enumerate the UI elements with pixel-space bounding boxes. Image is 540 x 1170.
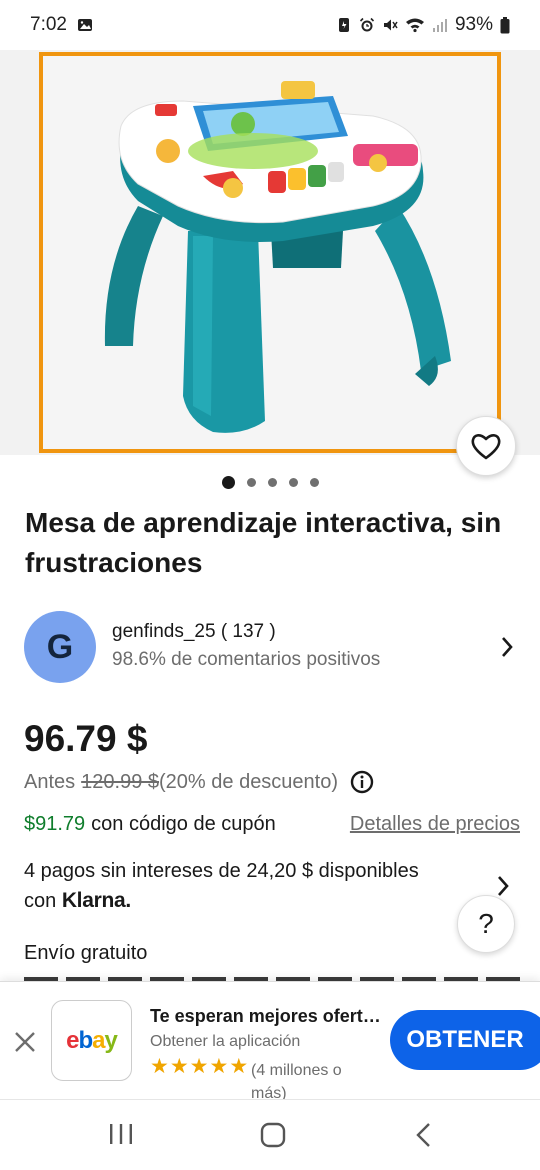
mute-icon (383, 19, 398, 31)
carousel-dot[interactable] (247, 478, 256, 487)
price-details-link[interactable]: Detalles de precios (350, 813, 520, 836)
coupon-row: $91.79 con código de cupón Detalles de p… (24, 813, 520, 836)
data-saver-icon (338, 18, 349, 32)
price: 96.79 $ (24, 718, 148, 759)
star-icon: ★ (209, 1055, 229, 1078)
klarna-logo: Klarna. (61, 889, 131, 912)
coupon-price: $91.79 (24, 813, 86, 835)
star-icon: ★ (169, 1055, 189, 1078)
klarna-text: 4 pagos sin intereses de 24,20 $ disponi… (24, 860, 419, 882)
original-price-row: Antes 120.99 $ (20% de descuento) (24, 770, 374, 794)
signal-icon (432, 19, 447, 32)
close-icon[interactable] (13, 1030, 37, 1054)
star-icon: ★ (229, 1055, 249, 1078)
help-button[interactable]: ? (457, 895, 515, 953)
carousel-dot[interactable] (289, 478, 298, 487)
activity-table-illustration (104, 81, 451, 433)
carousel-dots[interactable] (222, 476, 319, 489)
info-icon[interactable] (350, 770, 374, 794)
gallery-icon (77, 19, 92, 31)
recent-apps-icon[interactable] (108, 1122, 134, 1146)
battery-percent: 93% (454, 14, 493, 35)
rating-stars: ★ ★ ★ ★ ★ (150, 1056, 248, 1078)
status-bar: 7:02 93% (0, 0, 540, 50)
carousel-dot[interactable] (268, 478, 277, 487)
get-app-button[interactable]: OBTENER (390, 1010, 540, 1070)
ebay-app-icon: ebay (51, 1000, 132, 1081)
carousel-dot[interactable] (222, 476, 235, 489)
watchlist-button[interactable] (456, 416, 516, 476)
star-icon: ★ (150, 1055, 169, 1078)
app-install-banner: ebay Te esperan mejores ofert… Obtener l… (0, 981, 540, 1102)
heart-icon (471, 434, 501, 460)
klarna-with: con (24, 890, 57, 912)
chevron-right-icon[interactable] (496, 875, 510, 897)
product-image (39, 52, 501, 453)
seller-name: genfinds_25 ( 137 ) (112, 621, 276, 642)
banner-subtitle: Obtener la aplicación (150, 1033, 301, 1050)
coupon-text: con código de cupón (91, 813, 276, 835)
back-icon[interactable] (414, 1122, 434, 1148)
ebay-logo: ebay (66, 1026, 118, 1054)
was-price: 120.99 $ (81, 770, 160, 793)
battery-icon (500, 16, 510, 33)
system-nav-bar (0, 1099, 540, 1170)
was-label: Antes (24, 770, 76, 793)
carousel-dot[interactable] (310, 478, 319, 487)
home-icon[interactable] (260, 1122, 286, 1148)
banner-title: Te esperan mejores ofert… (150, 1006, 381, 1026)
status-time: 7:02 (30, 14, 67, 35)
seller-feedback: 98.6% de comentarios positivos (112, 649, 381, 670)
alarm-icon (359, 17, 375, 32)
discount-text: (20% de descuento) (159, 770, 339, 793)
seller-card[interactable]: G genfinds_25 ( 137 ) 98.6% de comentari… (24, 610, 520, 684)
seller-avatar: G (24, 611, 96, 683)
product-image-carousel[interactable] (0, 50, 540, 455)
star-icon: ★ (189, 1055, 209, 1078)
klarna-installments[interactable]: 4 pagos sin intereses de 24,20 $ disponi… (24, 857, 494, 916)
chevron-right-icon (502, 637, 513, 657)
wifi-icon (405, 18, 424, 33)
shipping-label: Envío gratuito (24, 942, 148, 964)
product-title: Mesa de aprendizaje interactiva, sin fru… (25, 507, 502, 578)
